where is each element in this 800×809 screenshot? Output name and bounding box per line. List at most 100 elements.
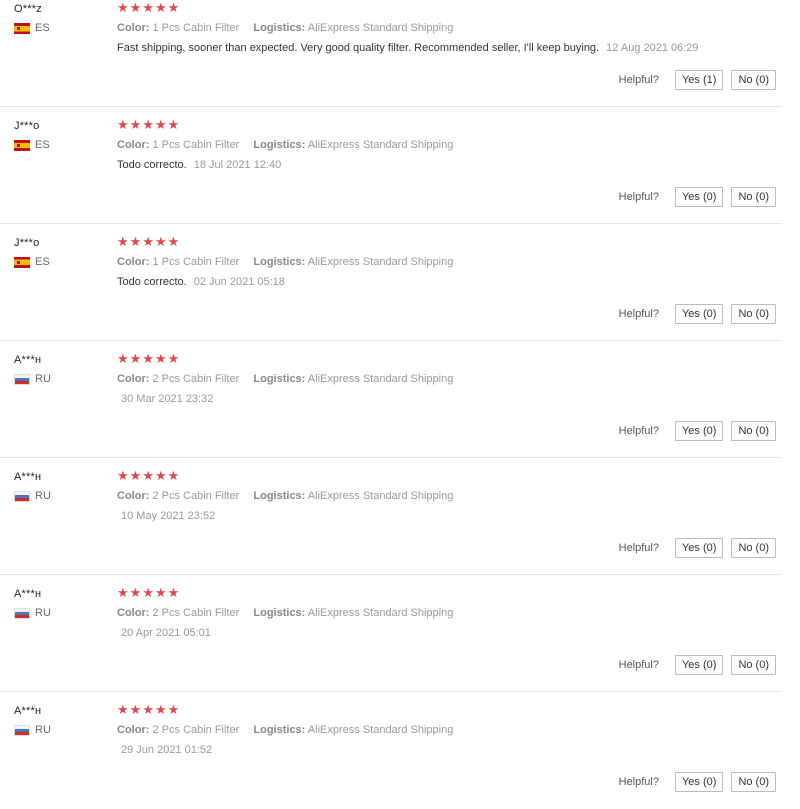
helpful-yes-button[interactable]: Yes (0) [674, 421, 724, 441]
logistics-value: AliExpress Standard Shipping [307, 724, 454, 736]
star-icon: ★ [167, 1, 180, 16]
color-value: 1 Pcs Cabin Filter [152, 256, 240, 268]
logistics-label: Logistics: [253, 490, 306, 502]
country-flag-icon [14, 373, 30, 385]
country-flag-icon [14, 139, 30, 151]
helpful-label: Helpful? [618, 425, 659, 437]
review-feedback: 30 Mar 2021 23:32 [117, 393, 767, 405]
country-flag-icon [14, 22, 30, 34]
order-info: Color: 1 Pcs Cabin Filter Logistics: Ali… [117, 256, 767, 268]
reviewer-name: A***н [14, 588, 42, 600]
star-rating: ★ ★ ★ ★ ★ [117, 236, 767, 250]
star-icon: ★ [154, 235, 167, 250]
helpful-vote: Helpful? Yes (0) No (0) [619, 655, 776, 675]
helpful-vote: Helpful? Yes (0) No (0) [619, 187, 776, 207]
review-feedback: 20 Apr 2021 05:01 [117, 627, 767, 639]
star-icon: ★ [129, 469, 142, 484]
order-info: Color: 1 Pcs Cabin Filter Logistics: Ali… [117, 139, 767, 151]
review-content: ★ ★ ★ ★ ★ Color: 1 Pcs Cabin Filter Logistic… [117, 2, 767, 54]
reviewer-info: A***н RU [14, 471, 104, 502]
helpful-label: Helpful? [618, 74, 659, 86]
star-icon: ★ [129, 703, 142, 718]
reviewer-info: A***н RU [14, 705, 104, 736]
star-icon: ★ [117, 1, 129, 16]
review-item: J***o ES ★ ★ ★ ★ ★ Color: 1 Pcs Cabin Filter… [0, 224, 782, 341]
color-value: 2 Pcs Cabin Filter [152, 607, 240, 619]
helpful-yes-button[interactable]: Yes (0) [674, 772, 724, 792]
helpful-yes-button[interactable]: Yes (0) [674, 655, 724, 675]
helpful-vote: Helpful? Yes (1) No (0) [619, 70, 776, 90]
review-feedback: Todo correcto. 02 Jun 2021 05:18 [117, 276, 767, 288]
color-label: Color: [117, 373, 150, 385]
star-icon: ★ [142, 118, 154, 133]
star-icon: ★ [129, 1, 142, 16]
review-text: Todo correcto. [117, 276, 187, 288]
reviewer-info: J***o ES [14, 237, 104, 268]
star-icon: ★ [129, 118, 142, 133]
country-code: RU [35, 373, 51, 385]
reviewer-country: ES [14, 139, 104, 151]
helpful-no-button[interactable]: No (0) [731, 304, 776, 324]
helpful-no-button[interactable]: No (0) [731, 421, 776, 441]
review-feedback: Todo correcto. 18 Jul 2021 12:40 [117, 159, 767, 171]
color-label: Color: [117, 724, 150, 736]
reviewer-info: O***z ES [14, 3, 104, 34]
order-info: Color: 1 Pcs Cabin Filter Logistics: Ali… [117, 22, 767, 34]
helpful-no-button[interactable]: No (0) [731, 538, 776, 558]
review-date: 02 Jun 2021 05:18 [193, 276, 285, 288]
country-code: ES [35, 22, 50, 34]
order-info: Color: 2 Pcs Cabin Filter Logistics: Ali… [117, 724, 767, 736]
reviewer-info: J***o ES [14, 120, 104, 151]
logistics-label: Logistics: [253, 22, 306, 34]
reviewer-country: RU [14, 490, 104, 502]
star-icon: ★ [142, 235, 154, 250]
review-date: 29 Jun 2021 01:52 [121, 744, 213, 756]
review-item: A***н RU ★ ★ ★ ★ ★ Color: 2 Pcs Cabin Filter… [0, 458, 782, 575]
color-label: Color: [117, 22, 150, 34]
color-value: 2 Pcs Cabin Filter [152, 373, 240, 385]
country-code: ES [35, 139, 50, 151]
reviewer-name: J***o [14, 120, 40, 132]
star-icon: ★ [129, 235, 142, 250]
helpful-no-button[interactable]: No (0) [731, 70, 776, 90]
helpful-no-button[interactable]: No (0) [731, 187, 776, 207]
review-date: 10 May 2021 23:52 [121, 510, 216, 522]
review-item: A***н RU ★ ★ ★ ★ ★ Color: 2 Pcs Cabin Filter… [0, 341, 782, 458]
logistics-value: AliExpress Standard Shipping [307, 607, 454, 619]
color-value: 1 Pcs Cabin Filter [152, 22, 240, 34]
helpful-yes-button[interactable]: Yes (0) [674, 538, 724, 558]
color-value: 2 Pcs Cabin Filter [152, 724, 240, 736]
order-info: Color: 2 Pcs Cabin Filter Logistics: Ali… [117, 490, 767, 502]
reviewer-country: RU [14, 607, 104, 619]
reviewer-name: A***н [14, 705, 42, 717]
helpful-yes-button[interactable]: Yes (0) [674, 187, 724, 207]
helpful-yes-button[interactable]: Yes (0) [674, 304, 724, 324]
star-icon: ★ [154, 118, 167, 133]
review-list: O***z ES ★ ★ ★ ★ ★ Color: 1 Pcs Cabin Filter… [0, 0, 800, 809]
star-icon: ★ [154, 703, 167, 718]
star-icon: ★ [117, 586, 129, 601]
country-flag-icon [14, 724, 30, 736]
star-rating: ★ ★ ★ ★ ★ [117, 119, 767, 133]
review-date: 18 Jul 2021 12:40 [193, 159, 282, 171]
logistics-value: AliExpress Standard Shipping [307, 22, 454, 34]
country-code: RU [35, 607, 51, 619]
star-icon: ★ [167, 118, 180, 133]
helpful-yes-button[interactable]: Yes (1) [674, 70, 724, 90]
helpful-no-button[interactable]: No (0) [731, 772, 776, 792]
review-date: 12 Aug 2021 06:29 [606, 42, 699, 54]
reviewer-info: A***н RU [14, 588, 104, 619]
star-icon: ★ [129, 352, 142, 367]
star-icon: ★ [154, 352, 167, 367]
logistics-value: AliExpress Standard Shipping [307, 373, 454, 385]
helpful-label: Helpful? [618, 542, 659, 554]
order-info: Color: 2 Pcs Cabin Filter Logistics: Ali… [117, 607, 767, 619]
reviewer-country: RU [14, 373, 104, 385]
review-text: Todo correcto. [117, 159, 187, 171]
review-feedback: 29 Jun 2021 01:52 [117, 744, 767, 756]
star-icon: ★ [167, 469, 180, 484]
star-rating: ★ ★ ★ ★ ★ [117, 470, 767, 484]
star-icon: ★ [142, 586, 154, 601]
helpful-no-button[interactable]: No (0) [731, 655, 776, 675]
star-icon: ★ [154, 586, 167, 601]
